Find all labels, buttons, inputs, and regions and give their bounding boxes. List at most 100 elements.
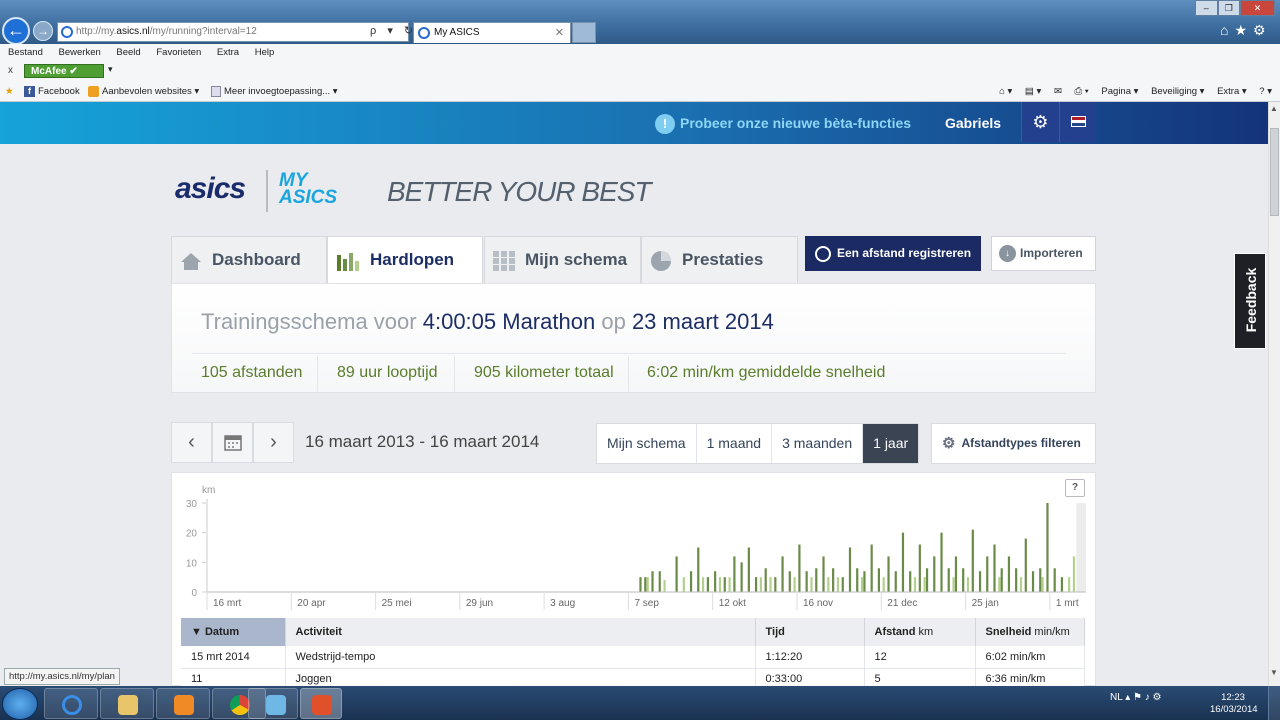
home-favorites-tools-icons[interactable]: ⌂★⚙	[1220, 22, 1272, 39]
tab-dashboard[interactable]: Dashboard	[171, 236, 327, 284]
fav-facebook[interactable]: f Facebook	[24, 81, 80, 102]
mcafee-button[interactable]: McAfee ✔	[24, 64, 104, 78]
bar-done	[644, 577, 647, 592]
system-tray[interactable]: NL ▴ ⚑ ♪ ⚙	[1110, 692, 1161, 703]
menu-favorieten[interactable]: Favorieten	[156, 47, 201, 58]
close-toolbar-button[interactable]: x	[8, 65, 13, 76]
scroll-down-icon[interactable]: ▼	[1270, 668, 1278, 677]
tab-label: Dashboard	[212, 250, 301, 269]
menu-extra[interactable]: Extra	[217, 47, 239, 58]
bar-done	[918, 544, 921, 592]
cell-activity: Wedstrijd-tempo	[285, 646, 756, 669]
col-tijd[interactable]: Tijd	[755, 618, 865, 646]
fav-recommended[interactable]: Aanbevolen websites ▾	[88, 81, 199, 102]
filter-types-button[interactable]: ⚙ Afstandtypes filteren	[931, 423, 1096, 464]
ie-icon	[62, 695, 82, 715]
x-tick-label: 1 mrt	[1056, 598, 1079, 609]
x-tick-label: 21 dec	[887, 598, 917, 609]
plan-date: 23 maart 2014	[631, 309, 774, 334]
cell-date: 15 mrt 2014	[181, 646, 286, 669]
taskbar-ie[interactable]	[44, 688, 98, 719]
register-distance-button[interactable]: Een afstand registreren	[805, 236, 981, 271]
user-name-link[interactable]: Gabriels	[945, 115, 1001, 131]
tab-prestaties[interactable]: Prestaties	[641, 236, 798, 284]
feedback-tab[interactable]: Feedback	[1234, 253, 1266, 349]
x-tick-label: 16 nov	[803, 598, 833, 609]
bar-done	[1031, 571, 1035, 592]
forward-button[interactable]: →	[33, 21, 53, 41]
menu-beeld[interactable]: Beeld	[116, 47, 140, 58]
cmd-mail[interactable]: ✉	[1054, 86, 1062, 97]
bar-done	[909, 571, 912, 592]
x-tick-label: 25 jan	[972, 598, 999, 609]
tab-label: Hardlopen	[370, 250, 455, 269]
help-button[interactable]: ?	[1065, 479, 1085, 497]
cmd-print[interactable]: ⎙ ▾	[1075, 86, 1089, 97]
bar-planned	[1068, 577, 1071, 592]
col-snelheid[interactable]: Snelheid min/km	[975, 618, 1085, 646]
mcafee-dropdown[interactable]: ▾	[108, 64, 113, 75]
cmd-home[interactable]: ⌂ ▾	[999, 86, 1012, 97]
taskbar-explorer[interactable]	[100, 688, 154, 719]
address-bar[interactable]: http://my.asics.nl/my/running?interval=1…	[57, 22, 409, 42]
scroll-up-icon[interactable]: ▲	[1270, 104, 1278, 113]
address-actions[interactable]: ρ ▾ ↻	[370, 24, 417, 37]
bar-done	[1046, 503, 1049, 592]
bar-planned	[1072, 556, 1076, 592]
tab-mijn-schema[interactable]: Mijn schema	[484, 236, 641, 284]
show-desktop-button[interactable]	[1268, 686, 1280, 720]
tab-hardlopen[interactable]: Hardlopen	[327, 236, 483, 286]
plan-goal[interactable]: 4:00:05 Marathon	[423, 309, 595, 334]
bar-done	[822, 556, 825, 592]
import-button[interactable]: ↓ Importeren	[991, 236, 1096, 271]
page-scrollbar[interactable]: ▲ ▼	[1268, 102, 1280, 686]
ie-tab-icon	[418, 27, 430, 39]
cmd-page[interactable]: Pagina ▾	[1101, 86, 1138, 97]
bar-done	[933, 556, 936, 592]
minimize-button[interactable]: ‒	[1195, 0, 1218, 16]
period-1-jaar[interactable]: 1 jaar	[863, 424, 919, 463]
tab-close-button[interactable]: ✕	[555, 23, 564, 43]
period-mijn-schema[interactable]: Mijn schema	[597, 424, 697, 463]
menu-bewerken[interactable]: Bewerken	[59, 47, 101, 58]
asics-logo[interactable]: asics	[175, 172, 246, 206]
taskbar-media-player[interactable]	[156, 688, 210, 719]
cmd-security[interactable]: Beveiliging ▾	[1151, 86, 1204, 97]
period-3-maanden[interactable]: 3 maanden	[772, 424, 864, 463]
period-1-maand[interactable]: 1 maand	[697, 424, 773, 463]
star-icon[interactable]: ★	[5, 81, 14, 102]
language-button[interactable]	[1059, 102, 1096, 142]
menu-bestand[interactable]: Bestand	[8, 47, 43, 58]
cmd-feeds[interactable]: ▤ ▾	[1025, 86, 1041, 97]
table-row[interactable]: 15 mrt 2014 Wedstrijd-tempo 1:12:20 12 6…	[181, 646, 1085, 669]
start-button[interactable]	[2, 688, 38, 720]
x-tick-label: 7 sep	[634, 598, 659, 609]
beta-link[interactable]: Probeer onze nieuwe bèta-functies	[680, 115, 911, 131]
bar-planned	[769, 577, 772, 592]
next-period-button[interactable]: ›	[253, 422, 294, 463]
settings-button[interactable]: ⚙	[1021, 102, 1059, 142]
fav-addons[interactable]: Meer invoegtoepassing... ▾	[211, 81, 338, 102]
maximize-button[interactable]: ❐	[1217, 0, 1241, 16]
period-selector: Mijn schema 1 maand 3 maanden 1 jaar	[596, 423, 920, 464]
col-datum[interactable]: ▼ Datum	[181, 618, 286, 646]
close-window-button[interactable]: ✕	[1240, 0, 1276, 16]
stat-duration: 89 uur looptijd	[337, 364, 438, 381]
new-tab-button[interactable]	[572, 22, 596, 43]
folder-icon	[118, 695, 138, 715]
scroll-thumb[interactable]	[1270, 128, 1279, 216]
col-afstand[interactable]: Afstand km	[864, 618, 976, 646]
taskbar-app[interactable]	[248, 688, 298, 719]
calendar-button[interactable]	[212, 422, 253, 463]
cmd-help[interactable]: ? ▾	[1259, 86, 1272, 97]
back-button[interactable]: ←	[2, 17, 30, 45]
menu-help[interactable]: Help	[255, 47, 275, 58]
cmd-extra[interactable]: Extra ▾	[1217, 86, 1247, 97]
clock[interactable]: 12:23 16/03/2014	[1210, 692, 1258, 716]
browser-tab[interactable]: My ASICS ✕	[413, 22, 571, 43]
flag-stripe	[1072, 122, 1085, 126]
taskbar-mcafee[interactable]	[300, 688, 342, 719]
favorites-bar: ★ f Facebook Aanbevolen websites ▾ Meer i…	[0, 81, 1280, 102]
col-activiteit[interactable]: Activiteit	[285, 618, 756, 646]
prev-period-button[interactable]: ‹	[171, 422, 212, 463]
